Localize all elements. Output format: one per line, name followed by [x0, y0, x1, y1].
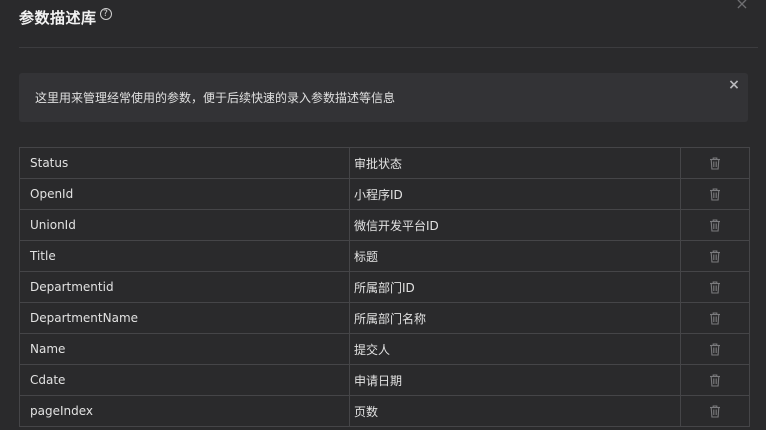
param-name-cell[interactable]: DepartmentName	[19, 302, 350, 334]
param-desc-cell[interactable]: 申请日期	[349, 364, 681, 396]
row-actions-cell	[680, 147, 750, 179]
notice-text: 这里用来管理经常使用的参数，便于后续快速的录入参数描述等信息	[35, 91, 396, 105]
dialog-close-icon[interactable]: ×	[734, 0, 750, 12]
param-desc-cell[interactable]: 标题	[349, 240, 681, 272]
row-actions-cell	[680, 271, 750, 303]
table-row: OpenId 小程序ID	[19, 178, 750, 210]
trash-icon[interactable]	[709, 405, 721, 418]
trash-icon[interactable]	[709, 250, 721, 263]
table-row: DepartmentName 所属部门名称	[19, 302, 750, 334]
param-desc-cell[interactable]: 所属部门ID	[349, 271, 681, 303]
table-row: Departmentid 所属部门ID	[19, 271, 750, 303]
param-name-cell[interactable]: Title	[19, 240, 350, 272]
param-desc-cell[interactable]: 页数	[349, 395, 681, 427]
row-actions-cell	[680, 395, 750, 427]
header-divider	[19, 47, 758, 48]
table-row: Status 审批状态	[19, 147, 750, 179]
trash-icon[interactable]	[709, 157, 721, 170]
param-name-cell[interactable]: OpenId	[19, 178, 350, 210]
param-name-cell[interactable]: Status	[19, 147, 350, 179]
param-table-wrap: Status 审批状态 OpenId 小程序ID UnionId 微信开发平台ID Titl…	[19, 147, 750, 427]
dialog-title: 参数描述库	[19, 8, 97, 27]
trash-icon[interactable]	[709, 219, 721, 232]
table-row: UnionId 微信开发平台ID	[19, 209, 750, 241]
param-desc-cell[interactable]: 微信开发平台ID	[349, 209, 681, 241]
trash-icon[interactable]	[709, 188, 721, 201]
param-desc-cell[interactable]: 提交人	[349, 333, 681, 365]
table-row: pageIndex 页数	[19, 395, 750, 427]
notice-close-icon[interactable]: ×	[727, 78, 741, 92]
info-notice: 这里用来管理经常使用的参数，便于后续快速的录入参数描述等信息 ×	[19, 73, 748, 122]
dialog-header: 参数描述库 ?	[19, 6, 112, 28]
param-desc-cell[interactable]: 所属部门名称	[349, 302, 681, 334]
trash-icon[interactable]	[709, 312, 721, 325]
param-name-cell[interactable]: Cdate	[19, 364, 350, 396]
param-name-cell[interactable]: Departmentid	[19, 271, 350, 303]
table-row: Title 标题	[19, 240, 750, 272]
param-library-dialog: 参数描述库 ? × 这里用来管理经常使用的参数，便于后续快速的录入参数描述等信息…	[0, 0, 766, 430]
param-name-cell[interactable]: UnionId	[19, 209, 350, 241]
row-actions-cell	[680, 209, 750, 241]
row-actions-cell	[680, 302, 750, 334]
row-actions-cell	[680, 364, 750, 396]
table-row: Name 提交人	[19, 333, 750, 365]
table-row: Cdate 申请日期	[19, 364, 750, 396]
param-desc-cell[interactable]: 审批状态	[349, 147, 681, 179]
row-actions-cell	[680, 333, 750, 365]
row-actions-cell	[680, 178, 750, 210]
trash-icon[interactable]	[709, 343, 721, 356]
param-desc-cell[interactable]: 小程序ID	[349, 178, 681, 210]
param-table: Status 审批状态 OpenId 小程序ID UnionId 微信开发平台ID Titl…	[19, 147, 750, 427]
row-actions-cell	[680, 240, 750, 272]
trash-icon[interactable]	[709, 281, 721, 294]
param-name-cell[interactable]: Name	[19, 333, 350, 365]
trash-icon[interactable]	[709, 374, 721, 387]
help-icon[interactable]: ?	[99, 8, 112, 20]
param-name-cell[interactable]: pageIndex	[19, 395, 350, 427]
